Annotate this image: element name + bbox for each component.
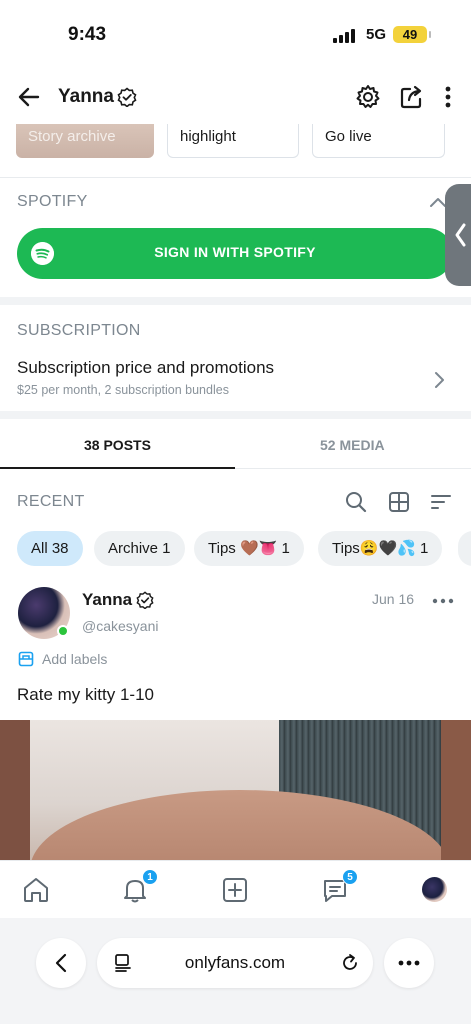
bottom-navigation: 1 5 (0, 860, 471, 918)
verified-icon (136, 591, 154, 609)
home-icon[interactable] (21, 875, 51, 905)
add-labels-row[interactable]: Add labels (18, 651, 107, 667)
status-bar: 9:43 5G 49 (0, 0, 471, 70)
tab-media[interactable]: 52 MEDIA (320, 437, 385, 453)
story-row: Story archive highlight Go live (16, 124, 456, 158)
status-time: 9:43 (68, 24, 107, 45)
subscription-description: $25 per month, 2 subscription bundles (17, 383, 229, 397)
section-divider (0, 411, 471, 419)
address-bar[interactable]: onlyfans.com (97, 938, 373, 988)
subscription-title[interactable]: Subscription price and promotions (17, 358, 274, 378)
recent-label: RECENT (17, 493, 85, 510)
back-arrow-icon[interactable] (16, 84, 42, 110)
tab-posts[interactable]: 38 POSTS (84, 437, 151, 453)
story-archive-card[interactable]: Story archive (16, 124, 154, 158)
post-author-name[interactable]: Yanna (82, 590, 132, 610)
profile-header: Yanna (0, 70, 471, 126)
chevron-left-icon (455, 223, 466, 247)
post-media-image[interactable] (0, 720, 471, 860)
network-type: 5G (366, 26, 387, 43)
post-author-handle[interactable]: @cakesyani (82, 618, 158, 634)
sort-icon[interactable] (429, 490, 453, 514)
post-author[interactable]: Yanna (82, 590, 154, 610)
divider (0, 177, 471, 178)
profile-name: Yanna (58, 86, 114, 107)
side-panel-handle[interactable] (445, 184, 471, 286)
profile-avatar[interactable] (422, 877, 447, 902)
browser-toolbar: onlyfans.com (0, 918, 471, 1024)
post-text: Rate my kitty 1-10 (17, 685, 154, 704)
browser-back-button[interactable] (36, 938, 86, 988)
filter-chip-tips-2[interactable]: Tips😩🖤💦 1 (318, 531, 443, 566)
section-divider (0, 297, 471, 305)
grid-view-icon[interactable] (387, 490, 411, 514)
settings-gear-icon[interactable] (354, 83, 382, 111)
highlight-card[interactable]: highlight (167, 124, 299, 158)
filter-chip-tips[interactable]: Tips 🤎👅 1 (194, 531, 304, 566)
signal-icon (333, 29, 357, 43)
add-labels-text[interactable]: Add labels (42, 651, 107, 667)
active-tab-indicator (0, 467, 235, 469)
spotify-sign-in-button[interactable]: SIGN IN WITH SPOTIFY (17, 228, 453, 279)
label-icon (18, 651, 34, 667)
notifications-badge: 1 (142, 869, 158, 885)
profile-title: Yanna (58, 86, 137, 108)
more-horizontal-icon (398, 960, 420, 966)
spotify-section-label: SPOTIFY (17, 193, 88, 210)
add-post-icon[interactable] (220, 875, 250, 905)
chevron-right-icon[interactable] (432, 370, 446, 390)
post-date: Jun 16 (372, 591, 415, 607)
go-live-card[interactable]: Go live (312, 124, 445, 158)
browser-more-button[interactable] (384, 938, 434, 988)
messages-badge: 5 (342, 869, 358, 885)
url-text: onlyfans.com (184, 953, 286, 972)
online-status-dot (57, 625, 69, 637)
battery-icon: 49 (393, 26, 431, 43)
post-more-icon[interactable] (432, 597, 454, 605)
search-icon[interactable] (344, 490, 368, 514)
reload-icon[interactable] (340, 953, 360, 973)
subscription-section-label: SUBSCRIPTION (17, 322, 141, 339)
verified-icon (117, 87, 137, 107)
filter-chip-more[interactable] (458, 531, 471, 566)
chevron-left-icon (55, 953, 67, 973)
more-vertical-icon[interactable] (434, 83, 462, 111)
filter-chip-all[interactable]: All 38 (17, 531, 83, 566)
spotify-button-label: SIGN IN WITH SPOTIFY (154, 244, 316, 260)
filter-chip-archive[interactable]: Archive 1 (94, 531, 185, 566)
share-icon[interactable] (398, 83, 426, 111)
